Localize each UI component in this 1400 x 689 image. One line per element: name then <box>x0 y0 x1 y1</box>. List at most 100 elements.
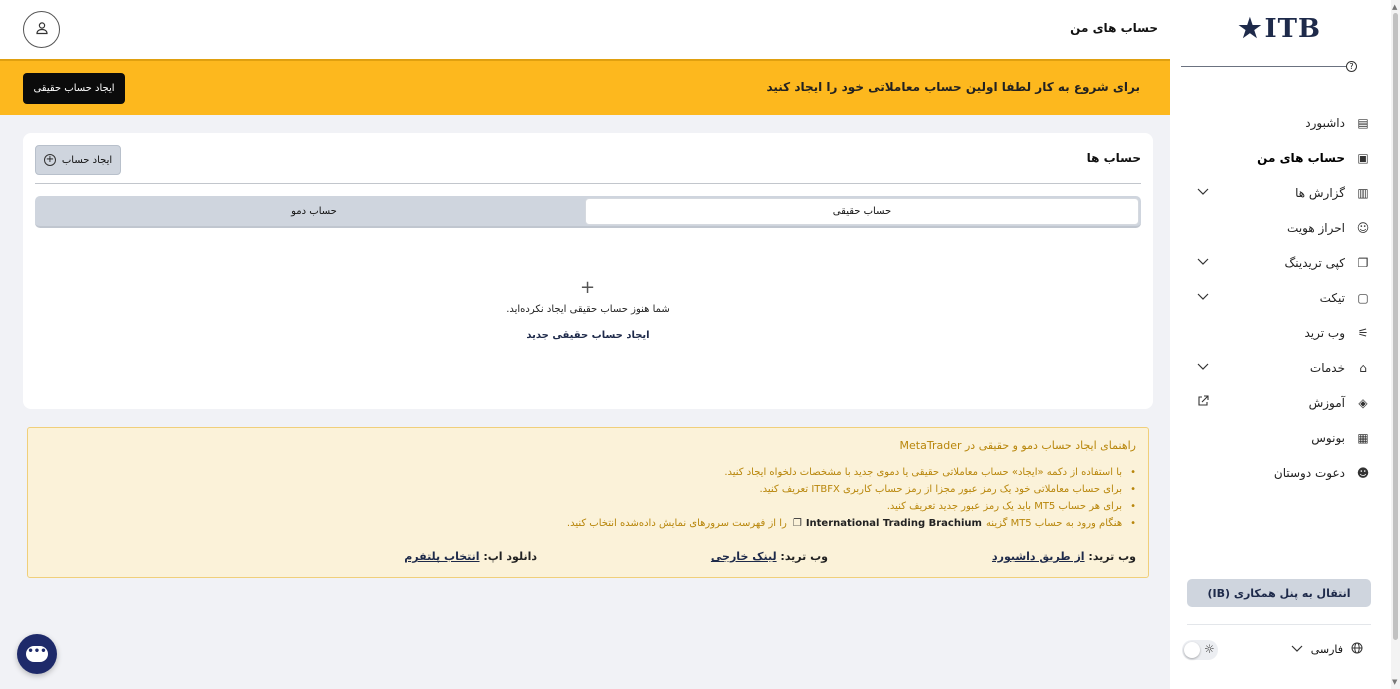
theme-toggle[interactable]: ☼ <box>1182 640 1218 660</box>
sidebar-item[interactable]: ▢ تیکت <box>1170 280 1391 315</box>
guide-item: برای حساب معاملاتی خود یک رمز عبور مجزا … <box>567 481 1136 498</box>
face-scan-icon: ☺ <box>1356 220 1370 235</box>
scrollbar-thumb[interactable] <box>1393 13 1398 640</box>
guide-item: هنگام ورود به حساب MT5 گزینه Internation… <box>567 515 1136 532</box>
sidebar-item-label: احراز هویت <box>1287 220 1345 235</box>
divider <box>35 183 1141 184</box>
webtrade-external-link[interactable]: لینک خارجی <box>711 550 777 563</box>
create-new-real-account-label[interactable]: ایجاد حساب حقیقی جدید <box>526 330 649 341</box>
webtrade-external-entry: وب ترید: لینک خارجی <box>711 550 828 563</box>
server-name: International Trading Brachium <box>805 518 982 529</box>
webtrade-dashboard-entry: وب ترید: از طریق داشبورد <box>992 550 1136 563</box>
star-icon: ★ <box>1238 14 1263 44</box>
link-label: دانلود اپ: <box>483 550 537 563</box>
accounts-card: حساب ها ایجاد حساب + حساب حقیقی حساب دمو… <box>23 133 1153 409</box>
sidebar-item-label: دعوت دوستان <box>1273 465 1345 480</box>
user-icon <box>35 21 49 39</box>
sidebar-item-label: حساب های من <box>1257 150 1345 165</box>
chevron-down-icon <box>1291 643 1303 656</box>
ticket-icon: ▢ <box>1357 290 1369 305</box>
gift-icon: ▦ <box>1357 430 1369 445</box>
choose-platform-link[interactable]: انتخاب پلتفرم <box>404 550 479 563</box>
guide-item-text: برای هر حساب MT5 باید یک رمز عبور جدید ت… <box>886 501 1123 512</box>
guide-item-text: با استفاده از دکمه «ایجاد» حساب معاملاتی… <box>724 467 1123 478</box>
page-title: حساب های من <box>1070 21 1158 35</box>
webtrade-dashboard-link[interactable]: از طریق داشبورد <box>992 550 1085 563</box>
sun-icon: ☼ <box>1204 642 1215 656</box>
download-app-entry: دانلود اپ: انتخاب پلتفرم <box>404 550 537 563</box>
link-label: وب ترید: <box>1088 550 1136 563</box>
chat-icon: ••• <box>26 646 48 662</box>
support-chat-button[interactable]: ••• <box>17 634 57 674</box>
globe-icon <box>1351 642 1363 657</box>
sidebar-item[interactable]: ▣ حساب های من <box>1170 140 1391 175</box>
guide-item: برای هر حساب MT5 باید یک رمز عبور جدید ت… <box>567 498 1136 515</box>
sidebar-item[interactable]: ⌂ خدمات <box>1170 350 1391 385</box>
sidebar-item[interactable]: ❐ کپی تریدینگ <box>1170 245 1391 280</box>
chevron-down-icon[interactable] <box>1197 185 1209 199</box>
sidebar-item[interactable]: ▥ گزارش ها <box>1170 175 1391 210</box>
sidebar-item-label: داشبورد <box>1305 115 1345 130</box>
home-icon: ⌂ <box>1359 360 1367 375</box>
sidebar-item-label: وب ترید <box>1304 325 1345 340</box>
empty-state-text: شما هنوز حساب حقیقی ایجاد نکرده‌اید. <box>506 304 670 315</box>
copy-icon: ❐ <box>1357 255 1369 270</box>
toggle-knob <box>1184 642 1200 658</box>
create-account-banner: برای شروع به کار لطفا اولین حساب معاملات… <box>0 59 1170 115</box>
chart-icon: ▤ <box>1357 115 1369 130</box>
itb-logo[interactable]: ITB ★ <box>1238 14 1321 44</box>
graduation-cap-icon: ◈ <box>1358 395 1368 410</box>
account-type-tabs: حساب حقیقی حساب دمو <box>35 196 1141 228</box>
add-account-button[interactable]: ایجاد حساب + <box>35 145 121 175</box>
ib-panel-button[interactable]: انتقال به پنل همکاری (IB) <box>1187 579 1371 607</box>
tab-real-account[interactable]: حساب حقیقی <box>585 198 1139 225</box>
bar-chart-icon: ▥ <box>1357 185 1369 200</box>
guide-item: با استفاده از دکمه «ایجاد» حساب معاملاتی… <box>567 464 1136 481</box>
sidebar-item-label: تیکت <box>1319 290 1345 305</box>
sidebar-item-label: آموزش <box>1308 395 1345 410</box>
sidebar-item[interactable]: ◈ آموزش <box>1170 385 1391 420</box>
sidebar-item[interactable]: ▤ داشبورد <box>1170 105 1391 140</box>
sidebar-item-label: گزارش ها <box>1295 185 1345 200</box>
chevron-down-icon[interactable] <box>1197 255 1209 269</box>
chevron-down-icon[interactable] <box>1197 360 1209 374</box>
sidebar-item-label: کپی تریدینگ <box>1284 255 1345 270</box>
guide-list: با استفاده از دکمه «ایجاد» حساب معاملاتی… <box>567 464 1136 532</box>
guide-item-text: هنگام ورود به حساب MT5 گزینه <box>985 518 1123 529</box>
accounts-title: حساب ها <box>1086 151 1141 165</box>
guide-item-text: برای حساب معاملاتی خود یک رمز عبور مجزا … <box>759 484 1123 495</box>
add-user-icon: ☻ <box>1356 465 1370 480</box>
language-selector[interactable]: فارسی <box>1291 642 1363 657</box>
page-scrollbar[interactable]: ▲ ▼ <box>1391 0 1400 689</box>
sidebar: ITB ★ ? ▤ داشبورد ▣ حساب های من ▥ گزارش ها ☺ اح… <box>1170 0 1391 689</box>
add-account-label: ایجاد حساب <box>61 154 113 166</box>
divider <box>1181 66 1346 67</box>
link-label: وب ترید: <box>780 550 828 563</box>
guide-title: راهنمای ایجاد حساب دمو و حقیقی در MetaTr… <box>899 439 1136 452</box>
help-icon[interactable]: ? <box>1346 61 1357 72</box>
sidebar-item[interactable]: ⚟ وب ترید <box>1170 315 1391 350</box>
external-link-icon[interactable] <box>1197 395 1209 410</box>
sidebar-nav: ▤ داشبورد ▣ حساب های من ▥ گزارش ها ☺ احراز هویت… <box>1170 105 1391 490</box>
chevron-down-icon[interactable] <box>1197 290 1209 304</box>
create-real-account-button[interactable]: ایجاد حساب حقیقی <box>23 73 125 104</box>
top-header: حساب های من <box>0 0 1170 59</box>
copy-icon[interactable]: ❐ <box>793 518 802 529</box>
sidebar-item[interactable]: ☻ دعوت دوستان <box>1170 455 1391 490</box>
create-new-real-account-link: ایجاد حساب حقیقی جدید <box>23 330 1153 341</box>
scroll-down-icon[interactable]: ▼ <box>1392 678 1397 686</box>
plus-circle-icon: + <box>43 154 56 166</box>
tab-demo-account[interactable]: حساب دمو <box>37 198 591 225</box>
wallet-icon: ▣ <box>1357 150 1369 165</box>
help-row: ? <box>1181 61 1363 72</box>
sidebar-item[interactable]: ☺ احراز هویت <box>1170 210 1391 245</box>
sidebar-item-label: خدمات <box>1309 360 1345 375</box>
divider <box>1187 624 1371 625</box>
user-avatar-button[interactable] <box>23 11 60 48</box>
sliders-icon: ⚟ <box>1357 325 1369 340</box>
sidebar-item[interactable]: ▦ بونوس <box>1170 420 1391 455</box>
scroll-up-icon[interactable]: ▲ <box>1392 3 1397 11</box>
banner-message: برای شروع به کار لطفا اولین حساب معاملات… <box>766 80 1140 94</box>
plus-icon: + <box>580 277 596 298</box>
logo-text: ITB <box>1264 14 1321 44</box>
